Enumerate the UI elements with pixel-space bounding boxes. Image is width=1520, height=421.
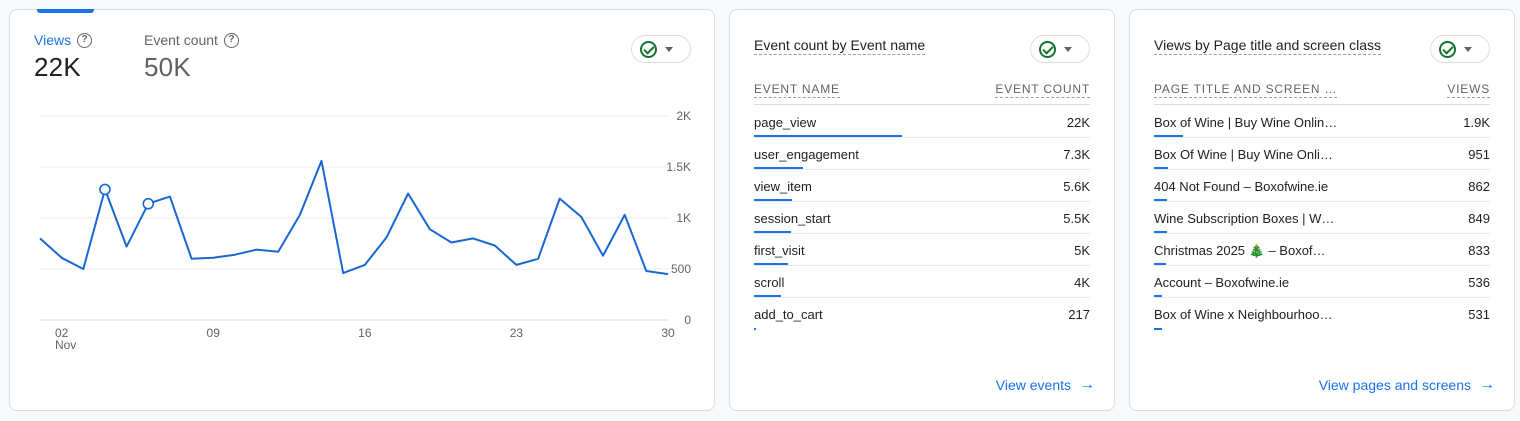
link-label: View pages and screens (1318, 377, 1471, 393)
row-proportion-bar (754, 199, 792, 201)
row-proportion-bar (754, 263, 788, 265)
row-proportion-bar (1154, 231, 1167, 233)
row-value: 5.6K (1063, 179, 1090, 194)
row-value: 5K (1074, 243, 1090, 258)
x-tick-label: 16 (358, 326, 372, 340)
row-proportion-bar (1154, 135, 1183, 137)
check-circle-icon (1039, 40, 1056, 58)
column-header-event-count[interactable]: EVENT COUNT (995, 82, 1090, 98)
row-proportion-bar (754, 295, 781, 297)
status-dropdown[interactable] (1030, 35, 1090, 63)
table-header: EVENT NAME EVENT COUNT (754, 81, 1090, 105)
row-proportion-bar (1154, 295, 1162, 297)
table-row[interactable]: page_view 22K (754, 106, 1090, 138)
y-tick-label: 1K (676, 211, 691, 225)
table-row[interactable]: user_engagement 7.3K (754, 138, 1090, 170)
row-value: 849 (1468, 211, 1490, 226)
x-tick-sublabel: Nov (55, 338, 76, 352)
row-value: 951 (1468, 147, 1490, 162)
table-row[interactable]: Christmas 2025 🎄 – Boxof… 833 (1154, 234, 1490, 266)
row-value: 531 (1468, 307, 1490, 322)
table-row[interactable]: Box of Wine x Neighbourhoo… 531 (1154, 298, 1490, 330)
row-label: Wine Subscription Boxes | W… (1154, 211, 1335, 226)
row-value: 536 (1468, 275, 1490, 290)
table-row[interactable]: view_item 5.6K (754, 170, 1090, 202)
table-row[interactable]: Box Of Wine | Buy Wine Onli… 951 (1154, 138, 1490, 170)
row-proportion-bar (1154, 199, 1167, 201)
arrow-right-icon: → (1479, 376, 1495, 393)
events-table-body: page_view 22K user_engagement 7.3K view_item… (754, 106, 1090, 330)
row-proportion-bar (1154, 328, 1162, 330)
row-label: Box of Wine | Buy Wine Onlin… (1154, 115, 1338, 130)
row-label: first_visit (754, 243, 805, 258)
y-tick-label: 0 (684, 313, 691, 327)
table-row[interactable]: session_start 5.5K (754, 202, 1090, 234)
table-row[interactable]: Account – Boxofwine.ie 536 (1154, 266, 1490, 298)
row-proportion-bar (1154, 167, 1168, 169)
row-label: Christmas 2025 🎄 – Boxof… (1154, 243, 1326, 258)
arrow-right-icon: → (1079, 376, 1095, 393)
row-label: add_to_cart (754, 307, 823, 322)
row-label: view_item (754, 179, 812, 194)
row-label: scroll (754, 275, 785, 290)
row-label: page_view (754, 115, 817, 130)
row-proportion-bar (754, 231, 791, 233)
row-proportion-bar (754, 328, 756, 330)
row-proportion-bar (754, 135, 902, 137)
row-label: 404 Not Found – Boxofwine.ie (1154, 179, 1329, 194)
card-title[interactable]: Views by Page title and screen class (1154, 37, 1381, 55)
card-title[interactable]: Event count by Event name (754, 37, 926, 55)
views-card: Views ? 22K Event count ? 50K 0 500 1K 1.5K… (9, 9, 715, 411)
y-tick-label: 500 (671, 262, 691, 276)
event-count-card: Event count by Event name EVENT NAME EVE… (729, 9, 1115, 411)
row-value: 1.9K (1463, 115, 1490, 130)
row-proportion-bar (754, 167, 803, 169)
row-value: 22K (1066, 115, 1090, 130)
row-label: Account – Boxofwine.ie (1154, 275, 1290, 290)
link-label: View events (995, 377, 1071, 393)
row-value: 862 (1468, 179, 1490, 194)
annotation-marker (142, 197, 155, 210)
column-header-page-title[interactable]: PAGE TITLE AND SCREEN … (1154, 82, 1338, 98)
column-header-event-name[interactable]: EVENT NAME (754, 82, 840, 98)
row-value: 5.5K (1063, 211, 1090, 226)
chevron-down-icon (1064, 46, 1072, 52)
table-row[interactable]: Wine Subscription Boxes | W… 849 (1154, 202, 1490, 234)
view-events-link[interactable]: View events → (995, 376, 1095, 394)
status-dropdown[interactable] (1430, 35, 1490, 63)
row-label: Box Of Wine | Buy Wine Onli… (1154, 147, 1333, 162)
table-row[interactable]: first_visit 5K (754, 234, 1090, 266)
row-label: Box of Wine x Neighbourhoo… (1154, 307, 1333, 322)
views-by-page-card: Views by Page title and screen class PAG… (1129, 9, 1515, 411)
row-value: 217 (1068, 307, 1090, 322)
x-tick-label: 30 (661, 326, 675, 340)
table-row[interactable]: Box of Wine | Buy Wine Onlin… 1.9K (1154, 106, 1490, 138)
x-tick-label: 23 (510, 326, 524, 340)
row-label: user_engagement (754, 147, 859, 162)
y-tick-label: 1.5K (666, 160, 691, 174)
pages-table-body: Box of Wine | Buy Wine Onlin… 1.9K Box Of … (1154, 106, 1490, 330)
x-tick-label: 09 (207, 326, 221, 340)
table-row[interactable]: 404 Not Found – Boxofwine.ie 862 (1154, 170, 1490, 202)
row-value: 833 (1468, 243, 1490, 258)
row-value: 7.3K (1063, 147, 1090, 162)
views-line-chart: 05001K1.5K2K02Nov09 16 23 30 (39, 109, 691, 352)
chevron-down-icon (1464, 46, 1472, 52)
check-circle-icon (1439, 40, 1456, 58)
row-label: session_start (754, 211, 831, 226)
view-pages-link[interactable]: View pages and screens → (1318, 376, 1495, 394)
row-proportion-bar (1154, 263, 1166, 265)
table-row[interactable]: scroll 4K (754, 266, 1090, 298)
column-header-views[interactable]: VIEWS (1447, 82, 1490, 98)
annotation-marker (99, 183, 111, 196)
table-row[interactable]: add_to_cart 217 (754, 298, 1090, 330)
y-tick-label: 2K (676, 109, 691, 123)
row-value: 4K (1074, 275, 1090, 290)
table-header: PAGE TITLE AND SCREEN … VIEWS (1154, 81, 1490, 105)
